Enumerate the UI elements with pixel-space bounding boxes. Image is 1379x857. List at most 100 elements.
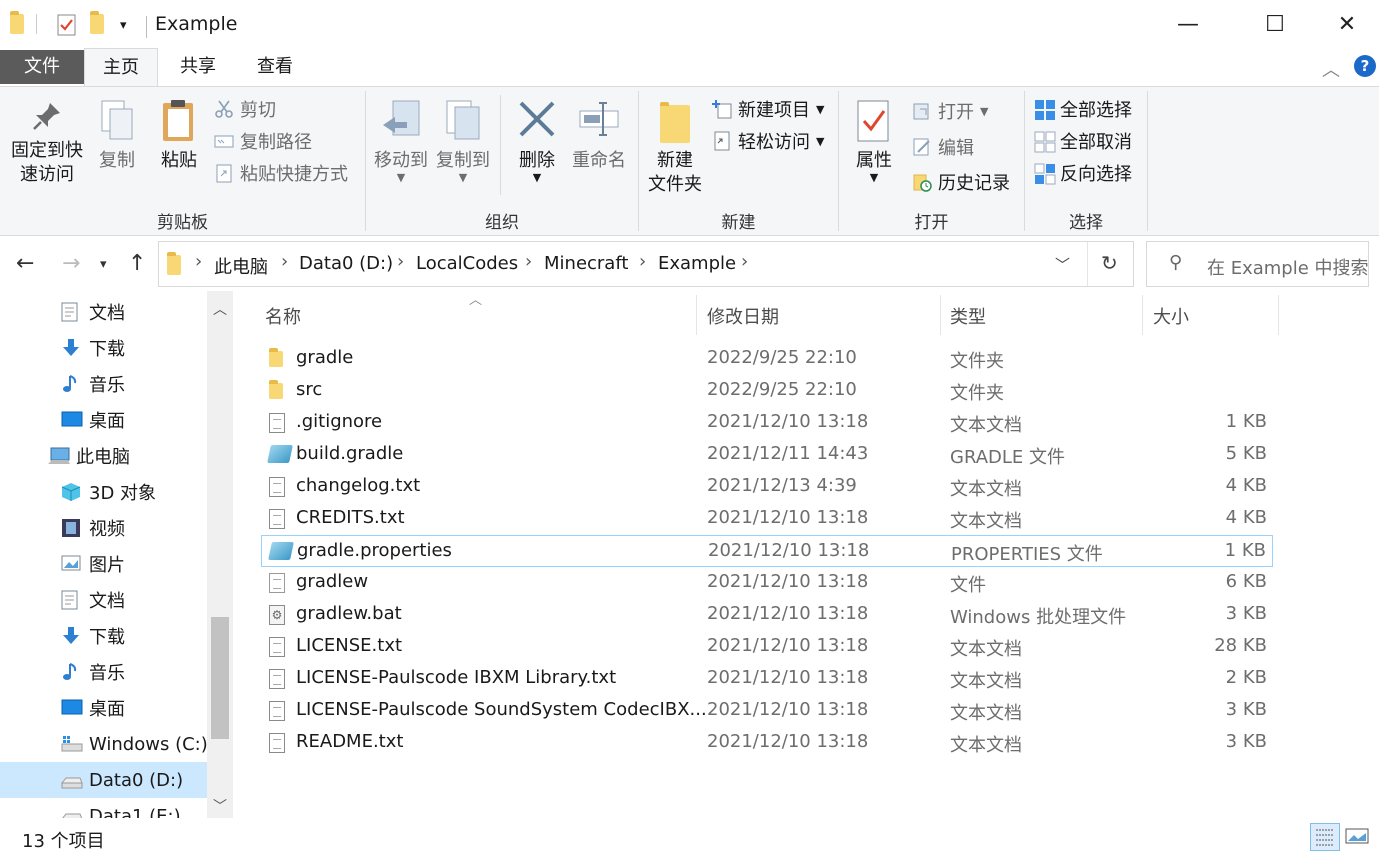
chevron-right-icon[interactable]: › [741,251,748,272]
chevron-right-icon[interactable]: › [281,251,288,272]
breadcrumb-localcodes[interactable]: LocalCodes [416,253,518,274]
properties-icon[interactable] [57,14,77,36]
minimize-button[interactable]: — [1159,0,1217,48]
address-bar[interactable]: › 此电脑 › Data0 (D:) › LocalCodes › Minecr… [158,241,1134,287]
copy-to-button[interactable]: 复制到 ▼ [432,99,494,183]
open-button[interactable]: 打开 ▼ [912,97,988,125]
breadcrumb-this-pc[interactable]: 此电脑 [214,253,268,279]
select-all-button[interactable]: 全部选择 [1034,95,1132,123]
rename-button[interactable]: 重命名 [568,99,630,173]
search-input[interactable]: ⚲ 在 Example 中搜索 [1146,241,1369,287]
up-arrow-icon[interactable]: ↑ [128,251,146,276]
new-item-button[interactable]: 新建项目 ▼ [712,95,824,123]
drive-icon [61,806,83,818]
nav-scrollbar[interactable]: ︿ ﹀ [207,291,233,818]
tab-file[interactable]: 文件 [0,50,84,84]
text-file-icon [269,413,285,433]
divider[interactable] [940,295,941,335]
nav-item-this-pc[interactable]: 此电脑 [0,438,207,474]
nav-item-pictures[interactable]: 图片 [0,546,207,582]
breadcrumb-data0[interactable]: Data0 (D:) [299,253,393,274]
invert-selection-button[interactable]: 反向选择 [1034,159,1132,187]
copy-button[interactable]: 复制 [94,99,140,173]
nav-label: 此电脑 [76,447,130,468]
tab-home[interactable]: 主页 [84,48,158,86]
tab-view[interactable]: 查看 [240,48,310,86]
file-row[interactable]: changelog.txt 2021/12/13 4:39 文本文档 4 KB [261,471,1273,503]
select-none-button[interactable]: 全部取消 [1034,127,1132,155]
chevron-right-icon[interactable]: › [639,251,646,272]
divider[interactable] [696,295,697,335]
edit-button[interactable]: 编辑 [912,133,974,161]
delete-button[interactable]: 删除 ▼ [510,99,564,183]
properties-button[interactable]: 属性 ▼ [846,99,902,183]
file-row[interactable]: ⚙ gradlew.bat 2021/12/10 13:18 Windows 批处理文… [261,599,1273,631]
copy-path-button[interactable]: 复制路径 [214,127,312,155]
nav-item-music[interactable]: 音乐 [0,366,207,402]
nav-item-desktop[interactable]: 桌面 [0,402,207,438]
nav-item-videos[interactable]: 视频 [0,510,207,546]
nav-item-downloads-2[interactable]: 下载 [0,618,207,654]
cut-button[interactable]: 剪切 [214,95,276,123]
nav-label: 下载 [89,627,125,648]
file-row[interactable]: .gitignore 2021/12/10 13:18 文本文档 1 KB [261,407,1273,439]
nav-item-downloads[interactable]: 下载 [0,330,207,366]
paste-shortcut-button[interactable]: 粘贴快捷方式 [214,159,348,187]
nav-item-data1-e[interactable]: Data1 (E:) [0,798,207,818]
refresh-icon[interactable]: ↻ [1101,251,1118,275]
nav-item-documents-2[interactable]: 文档 [0,582,207,618]
chevron-right-icon[interactable]: › [195,251,202,272]
music-icon [61,374,81,394]
pin-quick-access-button[interactable]: 固定到快 速访问 [6,99,88,187]
scroll-down-icon[interactable]: ﹀ [213,796,227,816]
address-dropdown-icon[interactable]: ﹀ [1055,254,1070,275]
file-row[interactable]: LICENSE.txt 2021/12/10 13:18 文本文档 28 KB [261,631,1273,663]
large-icons-view-button[interactable] [1344,825,1370,849]
maximize-button[interactable]: ☐ [1246,0,1304,48]
nav-item-documents[interactable]: 文档 [0,294,207,330]
forward-arrow-icon[interactable]: → [62,251,80,276]
new-folder-icon[interactable] [90,11,110,36]
nav-item-3d-objects[interactable]: 3D 对象 [0,474,207,510]
scrollbar-thumb[interactable] [211,617,229,739]
paste-icon [154,99,204,149]
file-row[interactable]: LICENSE-Paulscode SoundSystem CodecIBX..… [261,695,1273,727]
file-row[interactable]: CREDITS.txt 2021/12/10 13:18 文本文档 4 KB [261,503,1273,535]
easy-access-button[interactable]: 轻松访问 ▼ [712,127,824,155]
column-header-size[interactable]: 大小 [1153,303,1189,329]
close-button[interactable]: ✕ [1318,0,1376,48]
details-view-button[interactable] [1310,823,1340,851]
paste-button[interactable]: 粘贴 [154,99,204,173]
file-row[interactable]: gradle 2022/9/25 22:10 文件夹 [261,343,1273,375]
chevron-right-icon[interactable]: › [525,251,532,272]
collapse-ribbon-icon[interactable]: ︿ [1322,56,1340,82]
column-header-name[interactable]: 名称 [265,303,301,329]
chevron-down-icon[interactable]: ▾ [120,18,140,40]
chevron-right-icon[interactable]: › [397,251,404,272]
new-folder-button[interactable]: 新建 文件夹 [644,99,706,197]
file-row[interactable]: README.txt 2021/12/10 13:18 文本文档 3 KB [261,727,1273,759]
recent-locations-chevron-icon[interactable]: ▾ [100,257,107,272]
breadcrumb-example[interactable]: Example [658,253,736,274]
history-button[interactable]: 历史记录 [912,168,1010,196]
nav-item-data0-d[interactable]: Data0 (D:) [0,762,207,798]
back-arrow-icon[interactable]: ← [16,251,34,276]
divider[interactable] [1278,295,1279,335]
file-row[interactable]: LICENSE-Paulscode IBXM Library.txt 2021/1… [261,663,1273,695]
nav-label: 音乐 [89,663,125,684]
move-to-button[interactable]: 移动到 ▼ [370,99,432,183]
nav-item-windows-c[interactable]: Windows (C:) [0,726,208,762]
breadcrumb-minecraft[interactable]: Minecraft [544,253,628,274]
file-row[interactable]: build.gradle 2021/12/11 14:43 GRADLE 文件 5 K… [261,439,1273,471]
divider[interactable] [1142,295,1143,335]
file-row[interactable]: gradle.properties 2021/12/10 13:18 PROPERT… [261,535,1273,567]
scroll-up-icon[interactable]: ︿ [213,299,227,319]
file-row[interactable]: gradlew 2021/12/10 13:18 文件 6 KB [261,567,1273,599]
column-header-type[interactable]: 类型 [950,303,986,329]
nav-item-music-2[interactable]: 音乐 [0,654,207,690]
nav-item-desktop-2[interactable]: 桌面 [0,690,207,726]
file-row[interactable]: src 2022/9/25 22:10 文件夹 [261,375,1273,407]
tab-share[interactable]: 共享 [163,48,233,86]
help-icon[interactable]: ? [1354,55,1376,77]
column-header-modified[interactable]: 修改日期 [707,303,779,329]
